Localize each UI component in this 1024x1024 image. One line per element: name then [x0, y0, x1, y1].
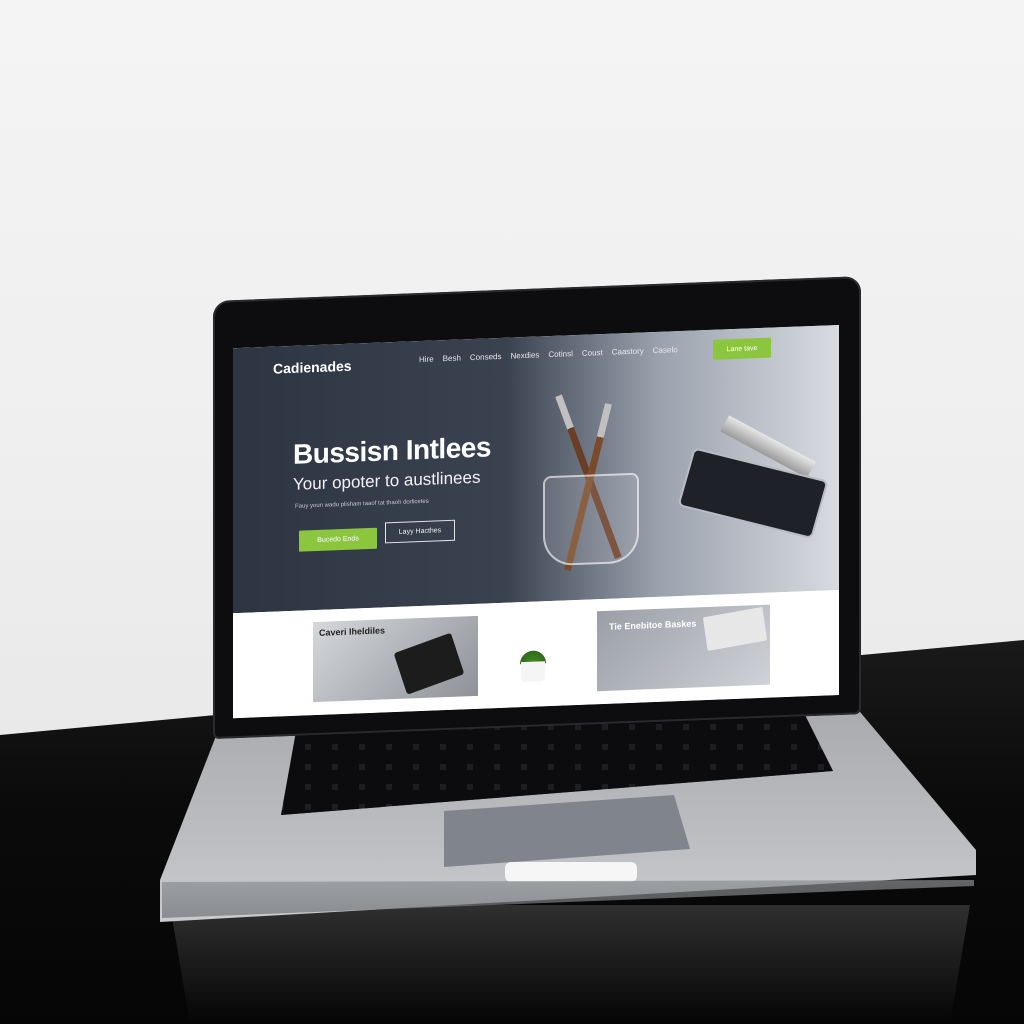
feature-card[interactable]: Tie Enebitoe Baskes [597, 604, 770, 692]
hero-headline: Bussisn Intlees [293, 431, 491, 470]
feature-card[interactable] [491, 611, 591, 696]
laptop-lid: Cadienades Hire Besh Conseds Nexdies Cot… [213, 276, 861, 739]
nav-item-besh[interactable]: Besh [443, 353, 461, 363]
hero-subhead: Your opoter to austlinees [293, 467, 481, 494]
nav-item-hire[interactable]: Hire [419, 355, 434, 365]
nav-cta-label: Lane tave [726, 344, 758, 353]
nav-item-caselo[interactable]: Caselo [653, 345, 678, 355]
feature-strip: Caveri Iheldiles Tie Enebitoe Baskes [233, 589, 839, 719]
nav-cta-button[interactable]: Lane tave [713, 337, 771, 360]
nav-item-nexdies[interactable]: Nexdies [510, 350, 539, 360]
hero-primary-button[interactable]: Bucedo Ends [299, 527, 377, 552]
feature-card-label: Caveri Iheldiles [319, 625, 386, 638]
hero-section: Cadienades Hire Besh Conseds Nexdies Cot… [233, 324, 839, 614]
front-notch [505, 862, 637, 882]
hero-primary-label: Bucedo Ends [317, 535, 359, 544]
glass-image [543, 472, 639, 567]
site-navbar: Cadienades Hire Besh Conseds Nexdies Cot… [233, 325, 839, 388]
hero-secondary-label: Layy Hacthes [398, 527, 442, 536]
feature-card-label: Tie Enebitoe Baskes [609, 618, 697, 632]
hero-body-text: Fauy youn wadu plisham taaof tat thaoh d… [295, 498, 429, 510]
site-logo[interactable]: Cadienades [273, 358, 352, 377]
nav-item-conseds[interactable]: Conseds [470, 352, 502, 362]
nav-item-cotinsl[interactable]: Cotinsl [548, 349, 572, 359]
laptop-reflection [170, 905, 970, 1024]
logo-text: Cadienades [273, 357, 352, 377]
nav-item-coust[interactable]: Coust [582, 348, 603, 358]
feature-card[interactable]: Caveri Iheldiles [313, 615, 478, 703]
laptop-image [393, 632, 465, 695]
nav-menu: Hire Besh Conseds Nexdies Cotinsl Coust … [419, 345, 678, 364]
notebook-image [702, 606, 768, 652]
laptop-screen: Cadienades Hire Besh Conseds Nexdies Cot… [233, 324, 839, 719]
nav-item-caastory[interactable]: Caastory [612, 346, 644, 356]
hero-secondary-button[interactable]: Layy Hacthes [385, 519, 455, 544]
plant-pot-image [521, 661, 545, 683]
